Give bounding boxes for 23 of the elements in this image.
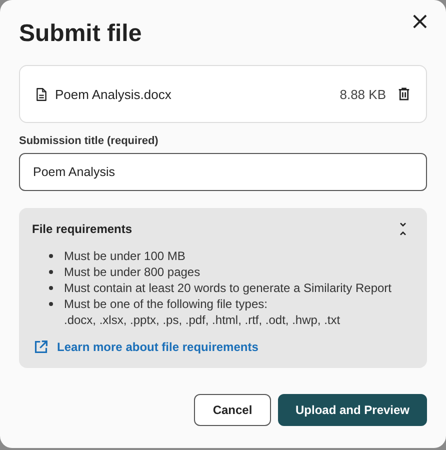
external-link-icon[interactable] <box>34 340 48 354</box>
cancel-button[interactable]: Cancel <box>194 394 271 426</box>
close-button[interactable]: × <box>406 8 434 34</box>
requirement-text: Must be one of the following file types: <box>64 296 268 312</box>
document-icon <box>36 86 47 102</box>
chevron-icon[interactable] <box>398 222 408 236</box>
bullet-icon <box>49 302 53 306</box>
bullet-icon <box>49 254 53 258</box>
file-size: 8.88 KB <box>340 86 386 102</box>
panel-title: File requirements <box>32 222 132 236</box>
learn-more-link[interactable]: Learn more about file requirements <box>57 340 258 354</box>
requirement-text: Must be under 100 MB <box>64 248 186 264</box>
requirement-text: Must contain at least 20 words to generate a Similarity Report <box>64 280 392 296</box>
file-name: Poem Analysis.docx <box>55 86 172 102</box>
dialog-title: Submit file <box>19 19 142 49</box>
upload-button[interactable]: Upload and Preview <box>278 394 427 426</box>
input-field[interactable]: Poem Analysis <box>19 153 427 191</box>
field-label: Submission title (required) <box>19 135 160 147</box>
requirement-text: Must be under 800 pages <box>64 264 200 280</box>
bullet-icon <box>49 270 53 274</box>
bullet-icon <box>49 286 53 290</box>
file-types-text: .docx, .xlsx, .pptx, .ps, .pdf, .html, .rtf, .odt, .hwp, .txt <box>64 312 340 328</box>
trash-icon[interactable] <box>398 87 410 101</box>
